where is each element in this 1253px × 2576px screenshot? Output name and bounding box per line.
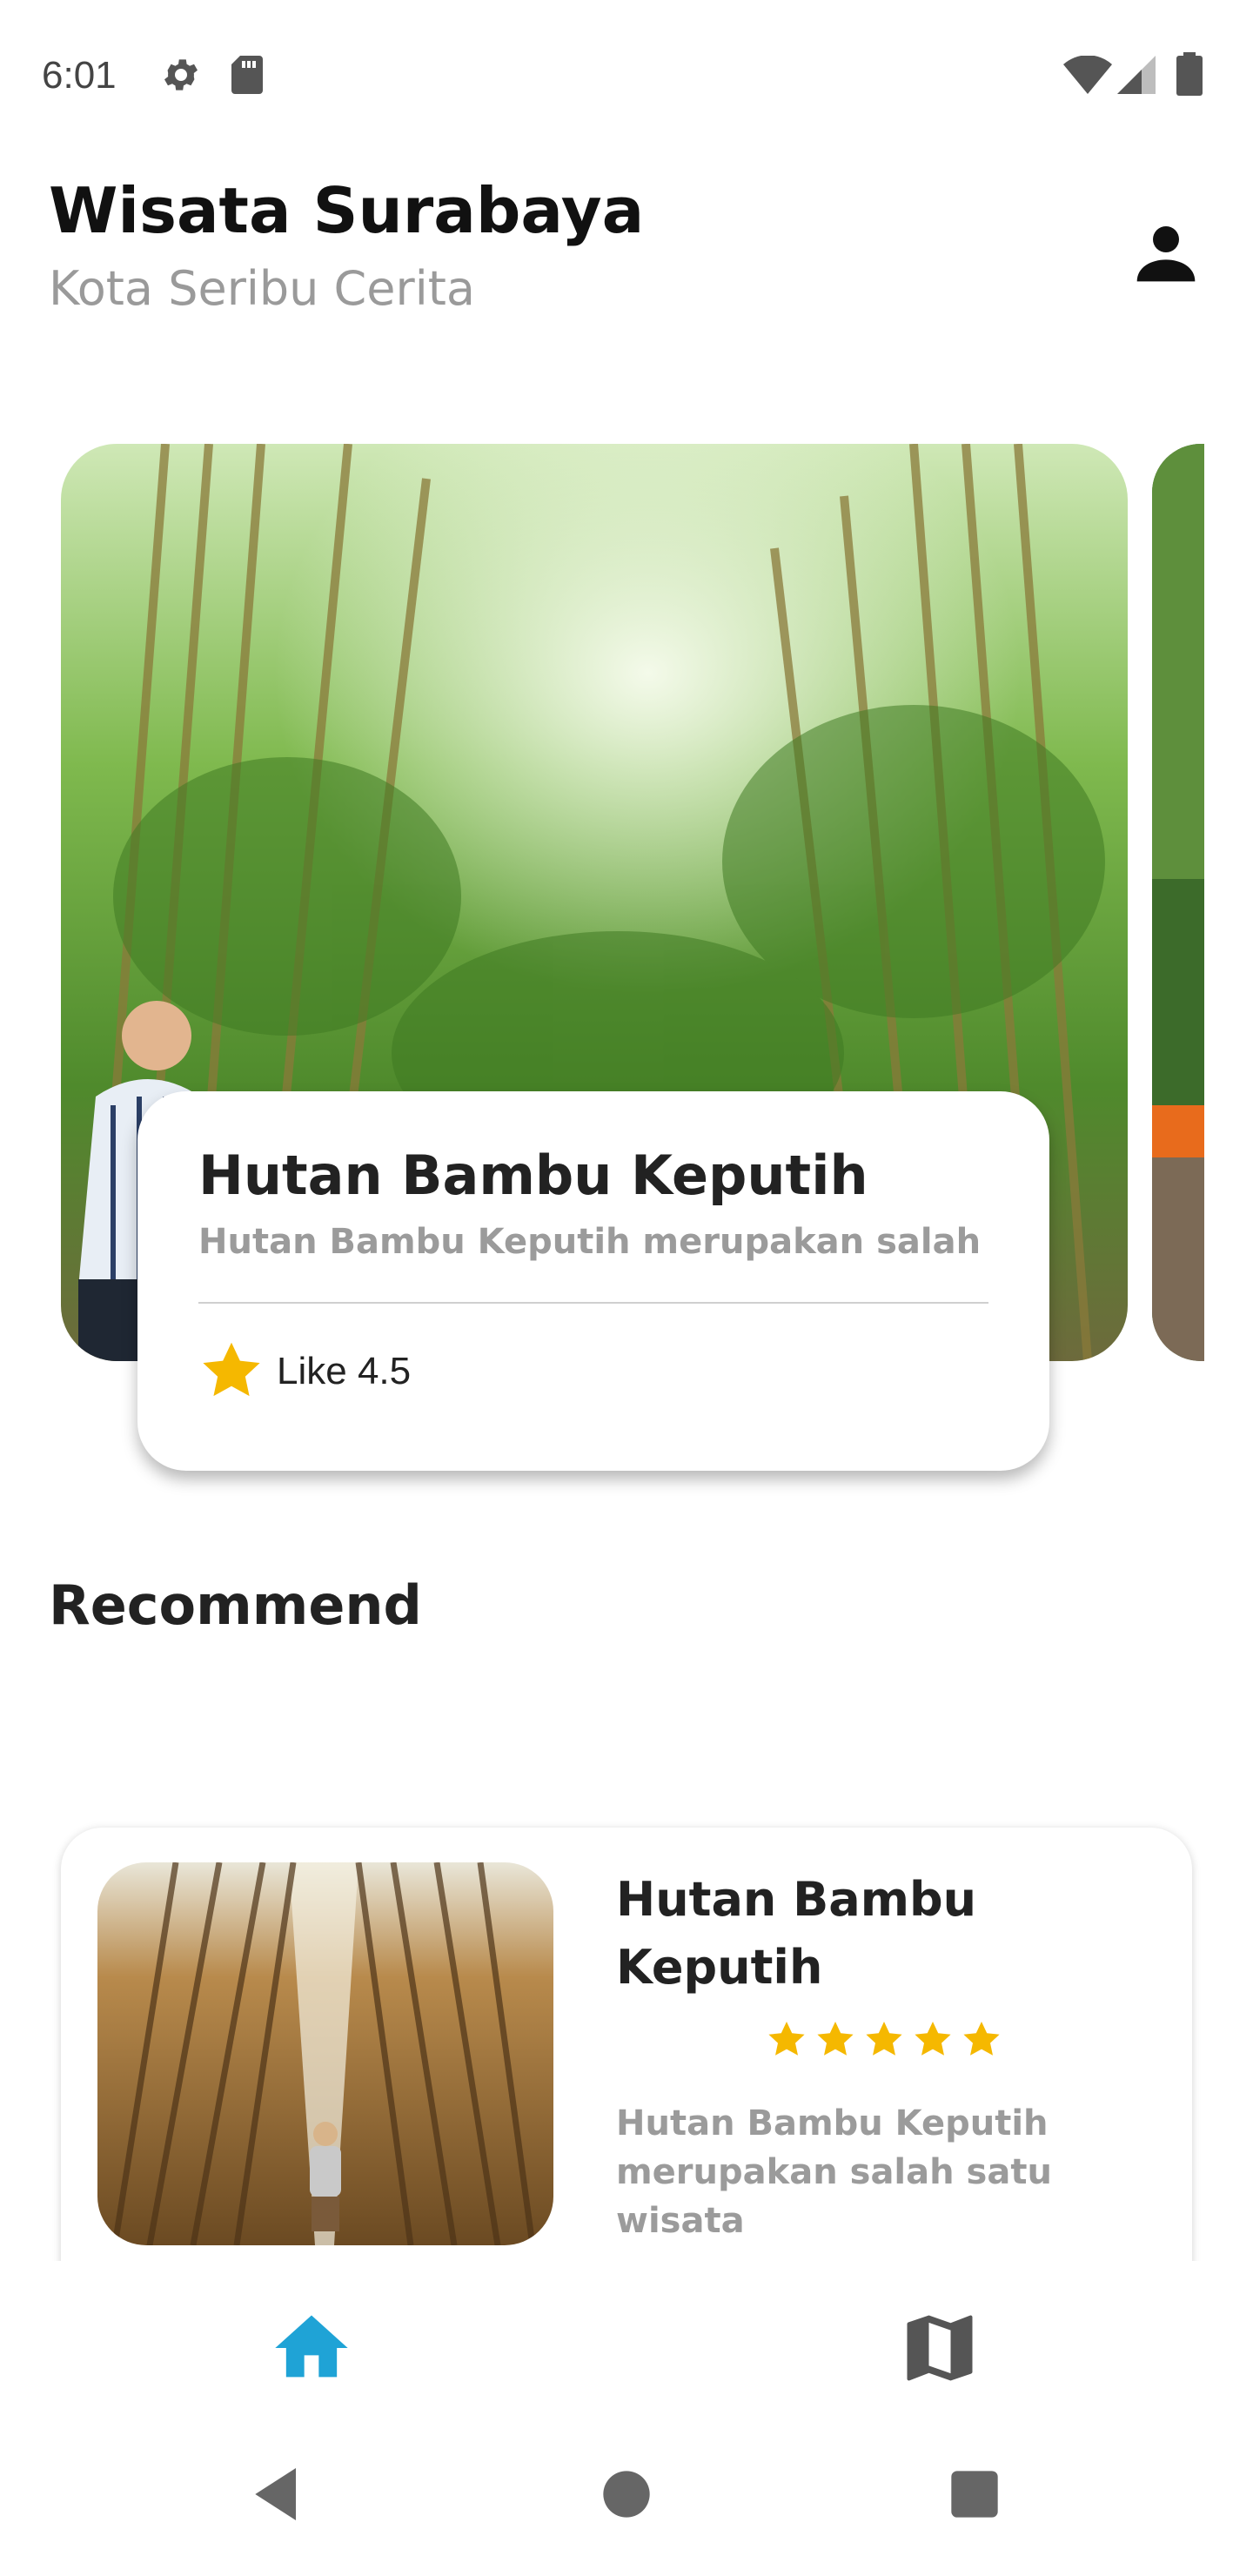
person-icon [1136,226,1196,282]
recommend-image [97,1862,553,2245]
featured-title: Hutan Bambu Keputih [198,1144,868,1207]
back-icon [255,2468,296,2520]
system-navigation-bar [0,2418,1253,2576]
recommend-list[interactable]: Hutan Bambu Keputih Hutan Bambu Keputih … [0,1810,1253,2261]
profile-button[interactable] [1131,218,1201,287]
app-subtitle: Kota Seribu Cerita [49,261,475,316]
recommend-item-description: Hutan Bambu Keputih merupakan salah satu… [616,2103,1052,2241]
divider [198,1302,988,1304]
person-figure [310,2122,341,2231]
star-icon [963,2022,1000,2056]
status-bar: 6:01 [0,0,1253,148]
sd-card-icon [228,54,266,99]
home-icon [275,2315,348,2378]
next-destination-image[interactable] [1152,444,1204,1361]
nav-map[interactable] [896,2304,983,2392]
recommend-title: Recommend [49,1573,422,1637]
star-icon [915,2022,951,2056]
map-icon [907,2315,973,2381]
recommend-stars [766,2019,1002,2061]
featured-info-card[interactable]: Hutan Bambu Keputih Hutan Bambu Keputih … [137,1091,1049,1471]
featured-rating: Like 4.5 [198,1337,411,1406]
wifi-icon [1063,55,1112,97]
settings-icon [160,54,202,99]
back-button[interactable] [244,2459,313,2529]
bottom-navigation [0,2261,1253,2418]
star-icon [768,2022,805,2056]
app-title: Wisata Surabaya [49,174,645,247]
battery-icon [1176,52,1203,99]
star-icon [866,2022,902,2056]
star-icon [817,2022,854,2056]
featured-description: Hutan Bambu Keputih merupakan salah [198,1222,982,1262]
star-icon [203,1342,260,1397]
featured-carousel[interactable]: Hutan Bambu Keputih Hutan Bambu Keputih … [0,444,1253,1488]
rating-label: Like 4.5 [277,1350,412,1392]
square-recents-icon [951,2471,998,2518]
nav-home[interactable] [268,2304,355,2392]
circle-home-icon [603,2471,650,2518]
recommend-item-title: Hutan Bambu Keputih [616,1872,977,1995]
recommend-card[interactable]: Hutan Bambu Keputih Hutan Bambu Keputih … [61,1828,1192,2261]
home-button[interactable] [592,2459,661,2529]
signal-icon [1117,56,1156,97]
status-time: 6:01 [42,54,117,97]
recents-button[interactable] [940,2459,1009,2529]
